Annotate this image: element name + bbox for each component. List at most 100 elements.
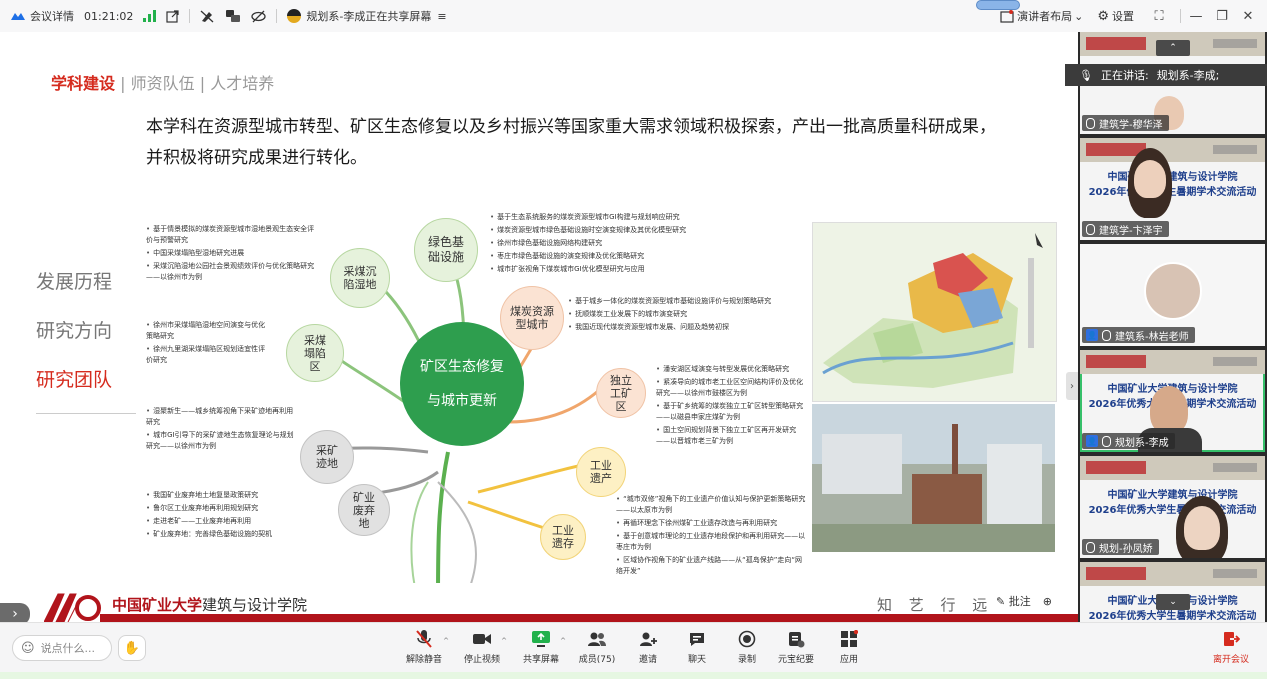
raise-hand-button[interactable]: ✋ bbox=[118, 635, 146, 661]
list-item: 徐州市采煤塌陷湿地空间演变与优化策略研究 bbox=[146, 320, 271, 342]
participant-name-tag: 规划-孙凤娇 bbox=[1082, 539, 1159, 555]
zoom-in-icon[interactable]: ⊕ bbox=[1043, 595, 1052, 608]
scroll-up-button[interactable]: ⌃ bbox=[1156, 40, 1190, 56]
apps-label: 应用 bbox=[839, 655, 858, 665]
unmute-button[interactable]: ^ 解除静音 bbox=[395, 629, 453, 665]
speaking-label: 正在讲话: bbox=[1100, 69, 1149, 82]
school-name: 中国矿业大学建筑与设计学院 bbox=[112, 594, 307, 615]
chevron-down-icon: ⌄ bbox=[1169, 597, 1177, 607]
ai-minutes-button[interactable]: 元宝纪要 bbox=[767, 629, 825, 665]
slide-nav-history: 发展历程 bbox=[36, 271, 113, 293]
meeting-details[interactable]: 会议详情 bbox=[10, 8, 74, 24]
tab-separator: | bbox=[120, 74, 126, 93]
slide-nav-directions: 研究方向 bbox=[36, 320, 113, 342]
bullets-independent: 潘安湖区域演变与转型发展优化策略研究 紧凑导向的城市老工业区空间结构评价及优化研… bbox=[656, 364, 808, 449]
exit-icon bbox=[1202, 629, 1260, 649]
video-tile-active[interactable]: 中国矿业大学建筑与设计学院 2026年优秀大学生暑期学术交流活动 👤 规划系-李… bbox=[1080, 350, 1265, 452]
leave-meeting-button[interactable]: 离开会议 bbox=[1202, 629, 1260, 665]
bullets-abandoned: 我国矿业废弃地土地复垦政策研究 鲁尔区工业废弃地再利用规划研究 走进老矿——工业… bbox=[146, 490, 296, 542]
list-item: 城市GI引导下的采矿迹地生态恢复理论与规划研究——以徐州市为例 bbox=[146, 430, 296, 452]
screen-share-status[interactable]: 规划系-李成正在共享屏幕 ≡ bbox=[287, 8, 447, 24]
slide-tab-faculty: 师资队伍 bbox=[130, 74, 195, 93]
caret-icon[interactable]: ^ bbox=[443, 637, 449, 645]
annotate-button[interactable]: ✎ 批注 bbox=[996, 593, 1031, 609]
person-icon: 👤 bbox=[1086, 329, 1098, 341]
slide-tab-talent: 人才培养 bbox=[210, 74, 275, 93]
members-button[interactable]: 成员(75) bbox=[568, 629, 626, 665]
apps-grid-icon bbox=[820, 629, 878, 649]
caret-icon[interactable]: ^ bbox=[560, 637, 566, 645]
signal-icon[interactable] bbox=[143, 10, 157, 22]
node-coal-city: 煤炭资源型城市 bbox=[500, 286, 564, 350]
partner-logo-icon bbox=[1213, 569, 1257, 578]
leave-label: 离开会议 bbox=[1212, 655, 1249, 665]
avatar bbox=[1144, 262, 1202, 320]
list-item: 基于情景模拟的煤炭资源型城市湿地景观生态安全评价与预警研究 bbox=[146, 224, 321, 246]
list-item: 城市扩张视角下煤炭城市GI优化模型研究与应用 bbox=[490, 264, 720, 275]
node-subsidence-wetland: 采煤沉陷湿地 bbox=[330, 248, 390, 308]
chat-quick-input[interactable]: ☺ 说点什么... bbox=[12, 635, 112, 661]
annotate-label: 批注 bbox=[1008, 595, 1031, 608]
slide-tab-discipline: 学科建设 bbox=[51, 74, 116, 93]
hide-icon[interactable] bbox=[251, 10, 267, 23]
meeting-toolbar: ☺ 说点什么... ✋ ^ 解除静音 ^ 停止视频 ^ 共享屏幕 成员(75) … bbox=[0, 622, 1267, 672]
list-item: 国土空间规划背景下独立工矿区再开发研究——以晋城市老三矿为例 bbox=[656, 425, 808, 447]
annotation-bar: ✎ 批注 ⊕ bbox=[990, 590, 1058, 612]
participant-name: 建筑学-穆华泽 bbox=[1099, 119, 1163, 131]
participant-name: 建筑系-林岩老师 bbox=[1115, 331, 1189, 343]
list-item: 再循环理念下徐州煤矿工业遗存改造与再利用研究 bbox=[616, 518, 806, 529]
video-tile[interactable]: 中国矿业大学建筑与设计学院 2026年优秀大学生暑期学术交流活动 规划-孙凤娇 bbox=[1080, 456, 1265, 558]
node-abandoned-mine: 矿业废弃地 bbox=[338, 484, 390, 536]
participant-face bbox=[1184, 506, 1220, 550]
hand-icon: ✋ bbox=[123, 640, 141, 656]
chat-placeholder: 说点什么... bbox=[40, 642, 96, 655]
popout-icon[interactable] bbox=[166, 9, 180, 23]
center-line-1: 矿区生态修复 bbox=[420, 359, 504, 375]
node-green-infra: 绿色基础设施 bbox=[414, 218, 478, 282]
participant-name-tag: 建筑学-卞泽宇 bbox=[1082, 221, 1169, 237]
layout-button[interactable]: 演讲者布局 ⌄ bbox=[1000, 8, 1083, 24]
bullets-heritage: “城市双修”视角下的工业遗产价值认知与保护更新策略研究——以太原市为例 再循环理… bbox=[616, 494, 806, 579]
mic-icon: 🎙 bbox=[1079, 68, 1093, 82]
participant-face bbox=[1134, 160, 1166, 198]
mic-icon bbox=[1102, 329, 1111, 341]
collapse-rail-button[interactable]: › bbox=[1066, 372, 1078, 400]
banner-header bbox=[1080, 456, 1265, 480]
share-status-text: 规划系-李成正在共享屏幕 bbox=[306, 10, 432, 23]
scroll-down-button[interactable]: ⌄ bbox=[1156, 594, 1190, 610]
participant-face bbox=[1150, 386, 1188, 434]
video-tile[interactable]: 中国矿业大学建筑与设计学院 2026年优秀大学生暑期学术交流活动 建筑学-卞泽宇 bbox=[1080, 138, 1265, 240]
cumt-logo-icon bbox=[1086, 355, 1146, 368]
center-line-2: 与城市更新 bbox=[427, 393, 497, 409]
close-icon[interactable]: ✕ bbox=[1237, 5, 1259, 27]
share-screen-button[interactable]: ^ 共享屏幕 bbox=[512, 629, 570, 665]
list-item: 基于生态系统服务的煤炭资源型城市GI构建与规划响应研究 bbox=[490, 212, 720, 223]
partner-logo-icon bbox=[1213, 463, 1257, 472]
planning-map-image bbox=[812, 222, 1057, 402]
list-item: 基于矿乡统筹的煤炭独立工矿区转型策略研究——以磁县申家庄煤矿为例 bbox=[656, 401, 808, 423]
ai-minutes-label: 元宝纪要 bbox=[777, 655, 814, 665]
partner-logo-icon bbox=[1213, 39, 1257, 48]
mic-icon bbox=[1086, 117, 1095, 129]
cumt-logo-icon bbox=[1086, 567, 1146, 580]
expand-panel-button[interactable]: › bbox=[0, 603, 30, 622]
apps-button[interactable]: 应用 bbox=[820, 629, 878, 665]
settings-button[interactable]: ⚙ 设置 bbox=[1097, 8, 1134, 24]
remote-control-icon[interactable] bbox=[225, 9, 241, 23]
caret-icon[interactable]: ^ bbox=[501, 637, 507, 645]
list-item: 采煤沉陷湿地公园社会景观绩效评价与优化策略研究——以徐州市为例 bbox=[146, 261, 321, 283]
banner-line-1: 中国矿业大学建筑与设计学院 bbox=[1107, 172, 1238, 183]
record-label: 录制 bbox=[737, 655, 756, 665]
annotate-icon[interactable] bbox=[200, 9, 215, 23]
stop-video-button[interactable]: ^ 停止视频 bbox=[453, 629, 511, 665]
video-tile[interactable]: 👤 建筑系-林岩老师 bbox=[1080, 244, 1265, 346]
restore-icon[interactable]: ❐ bbox=[1211, 5, 1233, 27]
share-screen-label: 共享屏幕 bbox=[522, 655, 559, 665]
divider bbox=[276, 9, 278, 23]
fullscreen-icon[interactable]: ⛶ bbox=[1148, 5, 1170, 27]
minimize-icon[interactable]: — bbox=[1185, 5, 1207, 27]
layout-icon bbox=[1000, 9, 1014, 23]
participant-name: 规划系-李成 bbox=[1115, 437, 1169, 449]
participant-rail: 建筑学-穆华泽 中国矿业大学建筑与设计学院 2026年优秀大学生暑期学术交流活动… bbox=[1078, 32, 1267, 622]
video-tile[interactable]: 中国矿业大学建筑与设计学院 2026年优秀大学生暑期学术交流活动 bbox=[1080, 562, 1265, 622]
